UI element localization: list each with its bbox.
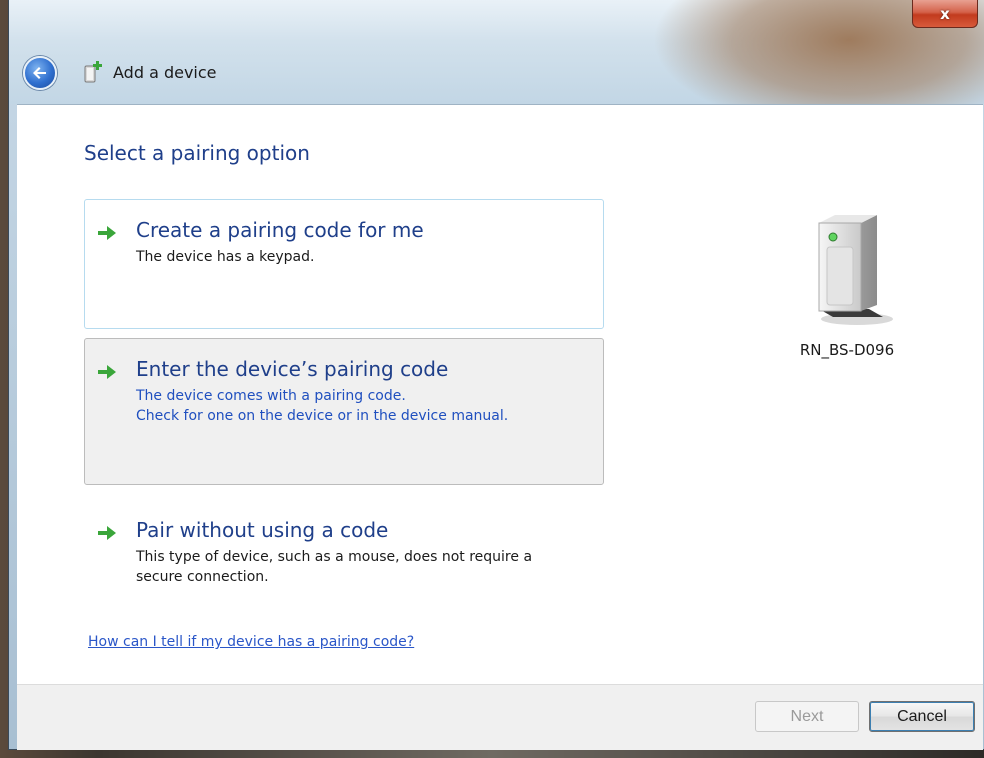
option-create-pairing-code[interactable]: Create a pairing code for me The device … — [84, 199, 604, 329]
dialog-footer: Next Cancel — [17, 684, 983, 750]
window-title: Add a device — [113, 63, 217, 82]
back-arrow-icon — [33, 67, 46, 79]
option-description-line: This type of device, such as a mouse, do… — [136, 549, 533, 565]
option-title: Create a pairing code for me — [136, 218, 424, 242]
option-pair-without-code[interactable]: Pair without using a code This type of d… — [84, 499, 604, 599]
add-device-icon — [84, 61, 102, 83]
pairing-code-help-link[interactable]: How can I tell if my device has a pairin… — [88, 634, 414, 650]
green-arrow-icon — [98, 226, 116, 240]
next-button[interactable]: Next — [755, 701, 859, 732]
option-description-line: Check for one on the device or in the de… — [136, 408, 509, 424]
option-enter-pairing-code[interactable]: Enter the device’s pairing code The devi… — [84, 338, 604, 485]
option-description-line: The device comes with a pairing code. — [136, 388, 406, 404]
page-heading: Select a pairing option — [84, 141, 310, 165]
option-description-line: secure connection. — [136, 569, 269, 585]
option-title: Pair without using a code — [136, 518, 389, 542]
option-description-line: The device has a keypad. — [136, 249, 315, 265]
green-arrow-icon — [98, 365, 116, 379]
content-area: Select a pairing option Create a pairing… — [17, 104, 983, 684]
cancel-button[interactable]: Cancel — [869, 701, 975, 732]
option-description: The device comes with a pairing code. Ch… — [136, 386, 606, 426]
device-name: RN_BS-D096 — [799, 341, 895, 359]
option-title: Enter the device’s pairing code — [136, 357, 449, 381]
back-button[interactable] — [23, 56, 57, 90]
device-tile: RN_BS-D096 — [791, 213, 903, 359]
device-tower-icon — [818, 215, 893, 325]
close-button[interactable]: x — [912, 0, 978, 28]
add-device-window: x Add a device Select a pairing option C… — [8, 0, 984, 750]
option-description: The device has a keypad. — [136, 247, 606, 267]
close-icon: x — [940, 4, 950, 23]
title-bar: x Add a device — [9, 0, 984, 104]
green-arrow-icon — [98, 526, 116, 540]
option-description: This type of device, such as a mouse, do… — [136, 547, 606, 587]
